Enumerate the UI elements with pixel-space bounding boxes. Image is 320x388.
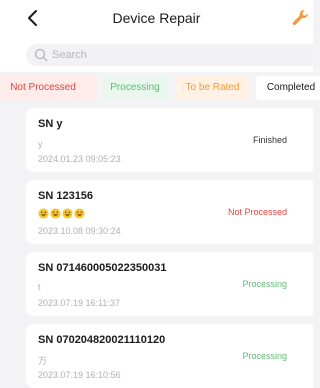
order-date: 2023.10.08 09:30:24 — [38, 226, 121, 236]
order-description — [38, 208, 85, 219]
order-date: 2023.07.19 16:11:37 — [38, 298, 120, 308]
grinning-face-icon — [62, 208, 73, 219]
serial-number: SN 070204820021110120 — [38, 334, 166, 346]
repair-order-card[interactable]: SN y y 2024.01.23 09:05:23 Finished — [26, 108, 313, 172]
status-label: Processing — [242, 351, 287, 361]
status-label: Not Processed — [227, 207, 287, 217]
repair-order-card[interactable]: SN 123156 2023.10.08 09:30:24 Not Proces… — [26, 180, 313, 244]
top-bar: Device Repair — [0, 0, 313, 36]
serial-number: SN 123156 — [38, 190, 94, 202]
search-placeholder: Search — [52, 49, 87, 61]
search-input[interactable]: Search — [26, 44, 313, 66]
serial-number: SN y — [38, 118, 63, 130]
status-label: Processing — [242, 279, 287, 289]
repair-order-card[interactable]: SN 070204820021110120 万 2023.07.19 16:10… — [26, 324, 313, 388]
serial-number: SN 071460005022350031 — [38, 262, 167, 274]
grinning-face-icon — [50, 208, 61, 219]
status-label: Finished — [252, 135, 287, 145]
page-title: Device Repair — [112, 10, 201, 26]
tab-processing[interactable]: Processing — [103, 76, 167, 100]
grinning-face-icon — [38, 208, 49, 219]
tab-not-processed[interactable]: Not Processed — [0, 76, 98, 100]
repair-order-card[interactable]: SN 071460005022350031 t 2023.07.19 16:11… — [26, 252, 313, 316]
tab-completed[interactable]: Completed — [256, 76, 320, 100]
tab-to-be-rated[interactable]: To be Rated — [176, 76, 249, 100]
order-date: 2024.01.23 09:05:23 — [38, 154, 121, 164]
wrench-icon[interactable] — [290, 8, 310, 28]
order-date: 2023.07.19 16:10:56 — [38, 370, 121, 380]
search-bar: Search — [0, 36, 313, 72]
order-description: y — [38, 139, 43, 149]
order-description: 万 — [38, 356, 48, 366]
search-icon — [34, 48, 48, 62]
grinning-face-icon — [74, 208, 85, 219]
status-tabs: Not Processed Processing To be Rated Com… — [0, 76, 320, 100]
order-description: t — [38, 282, 41, 292]
